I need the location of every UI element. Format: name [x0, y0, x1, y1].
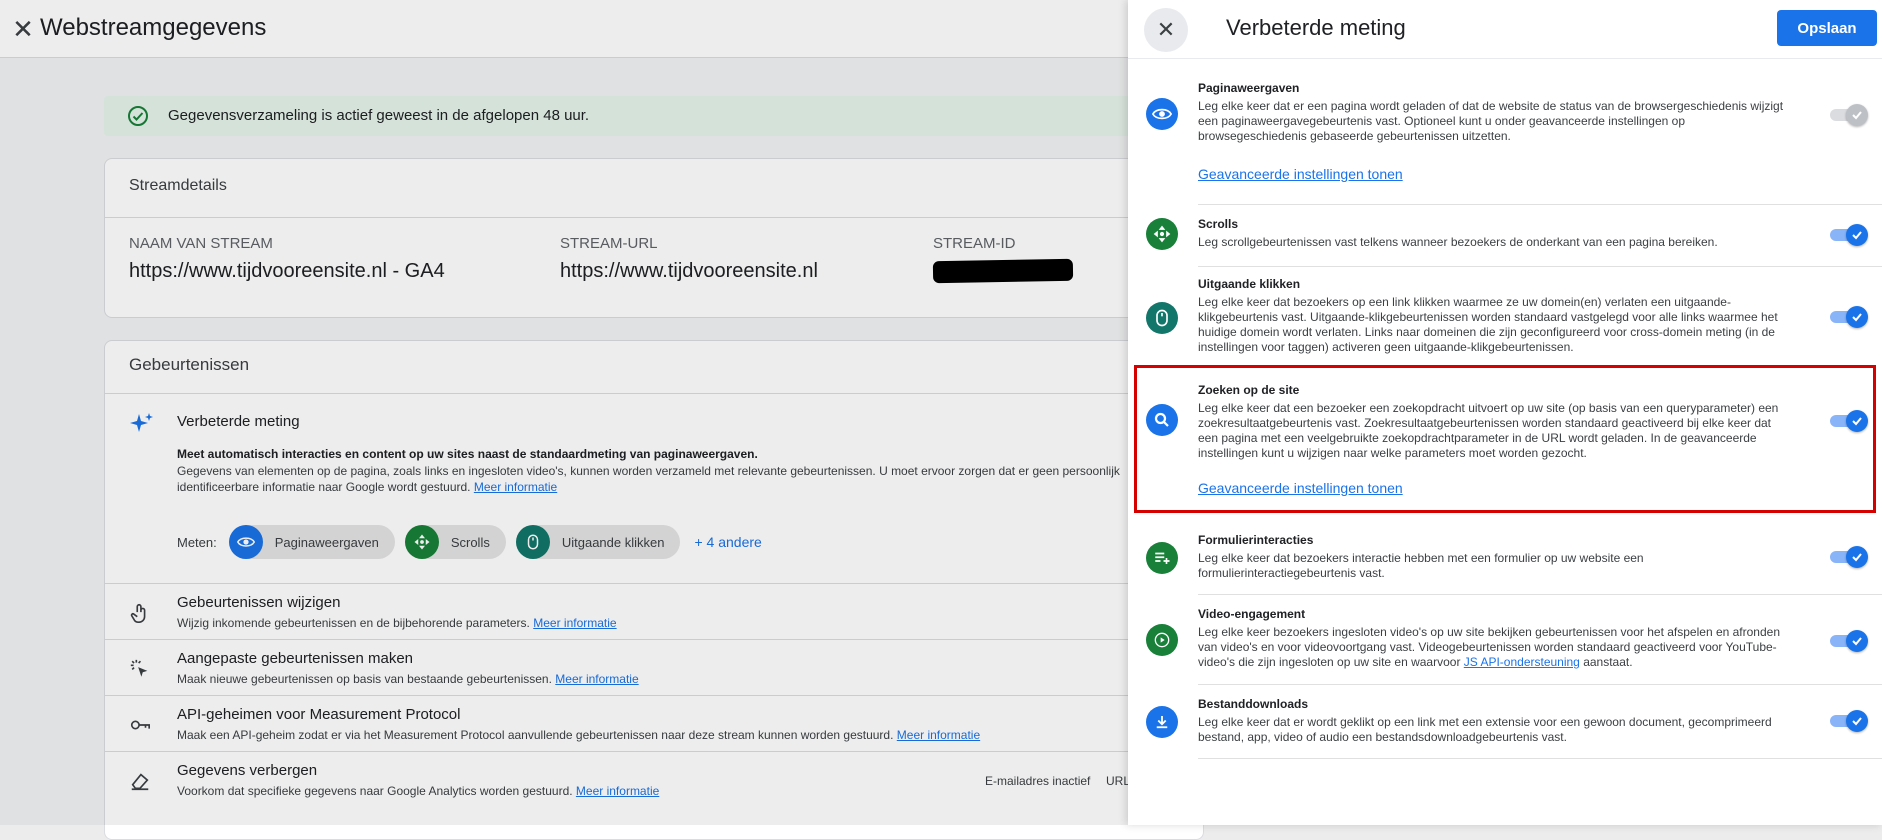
form-icon [1146, 542, 1178, 574]
setting-desc: Leg elke keer bezoekers ingesloten video… [1198, 625, 1788, 670]
divider [1128, 58, 1882, 59]
setting-desc: Leg scrollgebeurtenissen vast telkens wa… [1198, 235, 1718, 249]
check-icon [1846, 630, 1868, 652]
setting-title: Zoeken op de site [1198, 383, 1300, 397]
play-icon [1146, 624, 1178, 656]
setting-desc: Leg elke keer dat er een pagina wordt ge… [1198, 99, 1784, 143]
setting-zoeken-op-de-site: Zoeken op de site Leg elke keer dat een … [1128, 380, 1882, 506]
check-icon [1846, 410, 1868, 432]
divider [1198, 684, 1882, 685]
modal-overlay[interactable] [0, 0, 1128, 825]
close-icon[interactable]: ✕ [1144, 8, 1188, 52]
save-button[interactable]: Opslaan [1777, 10, 1877, 46]
setting-title: Formulierinteracties [1198, 533, 1314, 547]
divider [1198, 594, 1882, 595]
toggle-zoeken-op-de-site[interactable] [1830, 410, 1868, 432]
setting-desc: Leg elke keer dat er wordt geklikt op ee… [1198, 715, 1772, 744]
js-api-link[interactable]: JS API-ondersteuning [1464, 655, 1580, 669]
download-icon [1146, 706, 1178, 738]
toggle-formulierinteracties[interactable] [1830, 546, 1868, 568]
divider [1198, 204, 1882, 205]
scroll-icon [1146, 218, 1178, 250]
divider [1198, 758, 1882, 759]
toggle-scrolls[interactable] [1830, 224, 1868, 246]
eye-icon [1146, 98, 1178, 130]
divider [1198, 266, 1882, 267]
desc-text: aanstaat. [1579, 655, 1633, 669]
advanced-settings-link[interactable]: Geavanceerde instellingen tonen [1198, 166, 1403, 182]
check-icon [1846, 710, 1868, 732]
check-icon [1846, 224, 1868, 246]
setting-title: Uitgaande klikken [1198, 277, 1301, 291]
search-icon [1146, 404, 1178, 436]
mouse-icon [1146, 302, 1178, 334]
setting-desc: Leg elke keer dat bezoekers interactie h… [1198, 551, 1644, 580]
setting-uitgaande-klikken: Uitgaande klikken Leg elke keer dat bezo… [1128, 274, 1882, 364]
enhanced-measurement-panel: ✕ Verbeterde meting Opslaan Paginaweerga… [1128, 0, 1882, 825]
setting-paginaweergaven: Paginaweergaven Leg elke keer dat er een… [1128, 78, 1882, 204]
toggle-uitgaande-klikken[interactable] [1830, 306, 1868, 328]
setting-bestanddownloads: Bestanddownloads Leg elke keer dat er wo… [1128, 694, 1882, 756]
panel-title: Verbeterde meting [1226, 15, 1406, 40]
setting-desc: Leg elke keer dat een bezoeker een zoeko… [1198, 401, 1779, 460]
setting-desc: Leg elke keer dat bezoekers op een link … [1198, 295, 1778, 354]
advanced-settings-link[interactable]: Geavanceerde instellingen tonen [1198, 480, 1403, 496]
toggle-paginaweergaven[interactable] [1830, 104, 1868, 126]
setting-title: Scrolls [1198, 217, 1239, 231]
check-icon [1846, 306, 1868, 328]
check-icon [1846, 104, 1868, 126]
toggle-video-engagement[interactable] [1830, 630, 1868, 652]
setting-video-engagement: Video-engagement Leg elke keer bezoekers… [1128, 604, 1882, 680]
setting-title: Video-engagement [1198, 607, 1306, 621]
check-icon [1846, 546, 1868, 568]
setting-title: Paginaweergaven [1198, 81, 1300, 95]
setting-title: Bestanddownloads [1198, 697, 1309, 711]
setting-formulierinteracties: Formulierinteracties Leg elke keer dat b… [1128, 530, 1882, 594]
toggle-bestanddownloads[interactable] [1830, 710, 1868, 732]
